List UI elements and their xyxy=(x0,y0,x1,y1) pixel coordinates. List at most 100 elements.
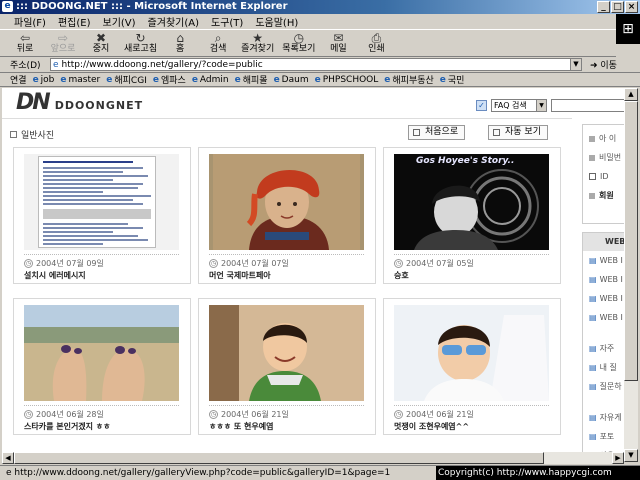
login-line: ID xyxy=(600,172,609,181)
login-password-row[interactable]: 비밀번 xyxy=(583,148,624,167)
qa-menu-item[interactable]: ▤ 내 질 xyxy=(583,358,624,377)
gallery-card[interactable]: Gos Hoyee's Story.. ◷ 2004년 07월 05일 승호 xyxy=(383,147,561,284)
photo-thumbnail[interactable] xyxy=(24,305,179,401)
link-item[interactable]: e 해피몰 xyxy=(235,73,268,87)
search-icon: ⌕ xyxy=(214,31,222,45)
clock-icon: ◷ xyxy=(394,410,403,419)
refresh-button[interactable]: ↻ 새로고침 xyxy=(124,32,157,55)
gallery-card[interactable]: ◷ 2004년 07월 07일 머언 국제마트페아 xyxy=(198,147,376,284)
qa-menu-item[interactable]: ▤ 자주 xyxy=(583,339,624,358)
card-title[interactable]: 멋쟁이 조현우예염^^ xyxy=(394,421,469,432)
menu-edit[interactable]: 편집(E) xyxy=(58,14,91,29)
page-icon: e xyxy=(53,59,59,70)
scroll-left-icon[interactable]: ◀ xyxy=(2,452,14,464)
qa-menu-item[interactable]: ▤ 질문하 xyxy=(583,377,624,396)
mail-button[interactable]: ✉ 메일 xyxy=(323,32,353,55)
menu-favorites[interactable]: 즐겨찾기(A) xyxy=(148,14,199,29)
home-button[interactable]: ⌂ 홈 xyxy=(165,32,195,55)
web-menu-item[interactable]: ▤ WEB I xyxy=(583,251,624,270)
card-date-text: 2004년 07월 07일 xyxy=(221,259,289,268)
menu-tools[interactable]: 도구(T) xyxy=(211,14,243,29)
card-date: ◷ 2004년 07월 07일 xyxy=(209,258,289,269)
go-button[interactable]: ➜ 이동 xyxy=(590,58,617,71)
vertical-scrollbar[interactable]: ▲ ▼ xyxy=(624,88,638,462)
faq-search-input[interactable] xyxy=(551,99,624,112)
menu-view[interactable]: 보기(V) xyxy=(103,14,136,29)
history-button[interactable]: ◷ 목록보기 xyxy=(282,32,315,55)
scroll-down-icon[interactable]: ▼ xyxy=(624,449,638,462)
card-title[interactable]: ㅎㅎㅎ 또 현우예염 xyxy=(209,421,273,432)
doc-icon: ▤ xyxy=(589,275,597,284)
clock-icon: ◷ xyxy=(24,259,33,268)
refresh-icon: ↻ xyxy=(135,31,146,45)
doc-icon: ▤ xyxy=(589,413,597,422)
menu-file[interactable]: 파일(F) xyxy=(14,14,46,29)
link-item[interactable]: e 국민 xyxy=(440,73,465,87)
link-item[interactable]: e 엠파스 xyxy=(153,73,186,87)
links-label: 연결 xyxy=(10,76,27,86)
ie-link-icon: e xyxy=(106,74,113,85)
photo-thumbnail[interactable] xyxy=(209,305,364,401)
faq-search-select[interactable]: FAQ 검색 ▼ xyxy=(491,99,547,112)
site-logo[interactable]: DN DDOONGNET xyxy=(16,90,143,115)
horizontal-scroll-thumb[interactable] xyxy=(14,452,544,464)
web-menu-box: WEB ▤ WEB I ▤ WEB I ▤ WEB I ▤ WEB I ▤ 자주 ▤ 내 질… xyxy=(582,232,624,460)
menu-help[interactable]: 도움말(H) xyxy=(255,14,298,29)
gallery-card[interactable]: ◷ 2004년 06월 21일 멋쟁이 조현우예염^^ xyxy=(383,298,561,435)
close-button[interactable]: × xyxy=(625,1,638,13)
minimize-button[interactable]: _ xyxy=(597,1,610,13)
favorites-button[interactable]: ★ 즐겨찾기 xyxy=(241,32,274,55)
search-button[interactable]: ⌕ 검색 xyxy=(203,32,233,55)
login-id-row[interactable]: 아 이 xyxy=(583,129,624,148)
screenshot-image xyxy=(38,156,156,248)
checkbox-icon[interactable] xyxy=(589,173,596,180)
back-arrow-button[interactable]: ⇦ 뒤로 xyxy=(10,32,40,55)
logo-name: DDOONGNET xyxy=(54,99,144,112)
gallery-card[interactable]: ◷ 2004년 06월 28일 스타카를 본인거겠지 ㅎㅎ xyxy=(13,298,191,435)
card-title[interactable]: 승호 xyxy=(394,270,409,281)
auto-view-button[interactable]: 자동 보기 xyxy=(488,125,548,140)
forward-arrow-button[interactable]: ⇨ 앞으로 xyxy=(48,32,78,55)
gallery-card[interactable]: ◷ 2004년 07월 09일 설치시 에러메시지 xyxy=(13,147,191,284)
link-label: Daum xyxy=(281,74,309,85)
web-menu-item[interactable]: ▤ WEB I xyxy=(583,308,624,327)
photo-thumbnail[interactable]: Gos Hoyee's Story.. xyxy=(394,154,549,250)
first-page-button[interactable]: 처음으로 xyxy=(408,125,466,140)
doc-icon: ▤ xyxy=(589,432,597,441)
link-label: 엠파스 xyxy=(160,76,186,86)
maximize-button[interactable]: □ xyxy=(611,1,624,13)
card-title[interactable]: 설치시 에러메시지 xyxy=(24,270,86,281)
link-item[interactable]: e 해피CGI xyxy=(106,73,147,87)
scroll-right-icon[interactable]: ▶ xyxy=(612,452,624,464)
remember-id-row[interactable]: ID xyxy=(583,167,624,186)
link-item[interactable]: e Admin xyxy=(192,75,229,85)
link-item[interactable]: e Daum xyxy=(274,75,309,85)
link-item[interactable]: e master xyxy=(60,75,100,85)
stop-button[interactable]: ✖ 중지 xyxy=(86,32,116,55)
print-button[interactable]: ⎙ 인쇄 xyxy=(361,32,391,55)
card-divider xyxy=(209,405,364,406)
gallery-card[interactable]: ◷ 2004년 06월 21일 ㅎㅎㅎ 또 현우예염 xyxy=(198,298,376,435)
link-item[interactable]: e job xyxy=(33,75,55,85)
photo-thumbnail[interactable] xyxy=(24,154,179,250)
web-menu-label: WEB I xyxy=(599,256,623,265)
address-dropdown-icon[interactable]: ▼ xyxy=(570,59,581,70)
address-input[interactable]: e http://www.ddoong.net/gallery/?code=pu… xyxy=(50,58,582,71)
card-date-text: 2004년 06월 21일 xyxy=(221,410,289,419)
link-item[interactable]: e 해피부동산 xyxy=(384,73,434,87)
photo-thumbnail[interactable] xyxy=(394,305,549,401)
photo-thumbnail[interactable] xyxy=(209,154,364,250)
card-divider xyxy=(209,254,364,255)
card-title[interactable]: 머언 국제마트페아 xyxy=(209,270,271,281)
link-item[interactable]: e PHPSCHOOL xyxy=(315,75,379,85)
member-join-row[interactable]: 회원 xyxy=(583,186,624,205)
board-menu-item[interactable]: ▤ 포토 xyxy=(583,427,624,446)
web-menu-item[interactable]: ▤ WEB I xyxy=(583,289,624,308)
scroll-thumb[interactable] xyxy=(624,101,638,381)
card-title[interactable]: 스타카를 본인거겠지 ㅎㅎ xyxy=(24,421,111,432)
horizontal-scrollbar[interactable]: ◀ ▶ xyxy=(2,452,624,464)
web-menu-item[interactable]: ▤ WEB I xyxy=(583,270,624,289)
home-label: 홈 xyxy=(175,44,185,54)
board-menu-item[interactable]: ▤ 자유게 xyxy=(583,408,624,427)
scroll-up-icon[interactable]: ▲ xyxy=(624,88,638,101)
